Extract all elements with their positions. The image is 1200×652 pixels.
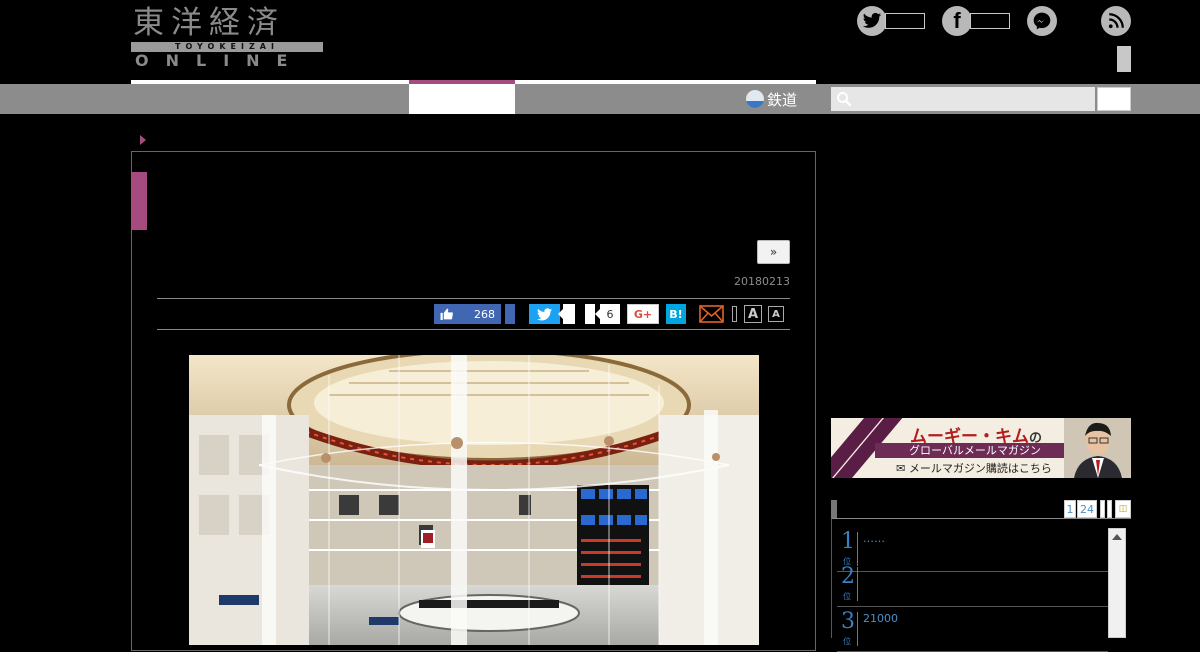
like-count: 268	[474, 307, 495, 321]
twitter-bird-icon	[537, 307, 552, 320]
nav-tab-active[interactable]	[409, 84, 515, 114]
twitter-follow[interactable]	[857, 6, 925, 36]
messenger-button[interactable]	[1027, 6, 1057, 36]
rank-unit: 位	[843, 637, 851, 646]
facebook-like-count	[970, 13, 1010, 29]
twitter-bird-icon	[857, 6, 887, 36]
search-icon	[837, 92, 852, 107]
ranking-tab-24[interactable]: 24	[1077, 500, 1097, 518]
ranking-settings-icon[interactable]: ◫	[1115, 500, 1131, 518]
site-logo[interactable]: 東洋経済 TOYOKEIZAI ONLINE	[131, 6, 323, 70]
scroll-up-icon[interactable]	[1112, 534, 1122, 540]
rank-number: 2	[841, 564, 855, 589]
rank-title: ……	[863, 532, 885, 545]
facebook-share-button[interactable]	[505, 304, 515, 324]
search-input[interactable]	[831, 87, 1095, 111]
rss-button[interactable]	[1101, 6, 1131, 36]
breadcrumb-arrow-icon	[140, 135, 146, 145]
ranking-tab-3[interactable]	[1100, 500, 1105, 518]
hatena-bookmark-button[interactable]: B!	[666, 304, 686, 324]
share-divider-top	[157, 298, 790, 299]
title-accent-bar	[131, 172, 147, 230]
article-date: 20180213	[734, 275, 790, 288]
rank-unit: 位	[843, 592, 851, 601]
twitter-follow-count	[885, 13, 925, 29]
ranking-tab-1[interactable]: 1	[1064, 500, 1076, 518]
facebook-f-icon: f	[942, 6, 972, 36]
pocket-count: 6	[595, 304, 620, 324]
google-plus-button[interactable]: G+	[627, 304, 659, 324]
tweet-count	[558, 304, 575, 324]
more-button[interactable]: »	[757, 240, 790, 264]
logo-kanji: 東洋経済	[133, 5, 285, 41]
header-menu-toggle[interactable]	[1117, 46, 1131, 72]
facebook-like-button[interactable]: 268	[434, 304, 501, 324]
rank-number: 3	[841, 609, 855, 634]
article-photo	[189, 355, 759, 645]
font-size-small-button[interactable]: A	[768, 306, 784, 322]
pocket-button[interactable]	[585, 304, 595, 324]
ranking-row[interactable]: 2 位	[837, 563, 1108, 607]
rank-title: 21000	[863, 612, 898, 625]
messenger-icon	[1027, 6, 1057, 36]
nav-item-railway-label: 鉄道	[767, 90, 798, 109]
font-size-large-button[interactable]: A	[744, 305, 762, 323]
ranking-scrollbar[interactable]	[1108, 528, 1126, 638]
rss-icon	[1101, 6, 1131, 36]
ranking-header-marker	[831, 500, 837, 518]
nav-item-railway[interactable]: 鉄道	[746, 88, 797, 110]
ad-portrait	[1064, 418, 1131, 478]
thumbs-up-icon	[440, 308, 453, 320]
ad-cta: ✉ メールマガジン購読はこちら	[896, 462, 1052, 475]
mail-icon[interactable]	[699, 305, 724, 323]
facebook-like[interactable]: f	[942, 6, 1010, 36]
newsletter-ad-banner[interactable]: ムーギー・キムの グローバルメールマガジン ✉ メールマガジン購読はこちら	[831, 418, 1131, 478]
rank-number: 1	[841, 529, 855, 554]
search-button[interactable]	[1097, 87, 1131, 111]
railway-icon	[746, 90, 764, 108]
print-button[interactable]	[732, 306, 737, 322]
logo-online: ONLINE	[135, 51, 305, 70]
ranking-tab-4[interactable]	[1107, 500, 1112, 518]
tweet-button[interactable]	[529, 304, 560, 324]
ranking-row[interactable]: 3 位 21000	[837, 608, 1108, 652]
ad-subtitle: グローバルメールマガジン	[875, 443, 1075, 458]
share-divider-bottom	[157, 329, 790, 330]
